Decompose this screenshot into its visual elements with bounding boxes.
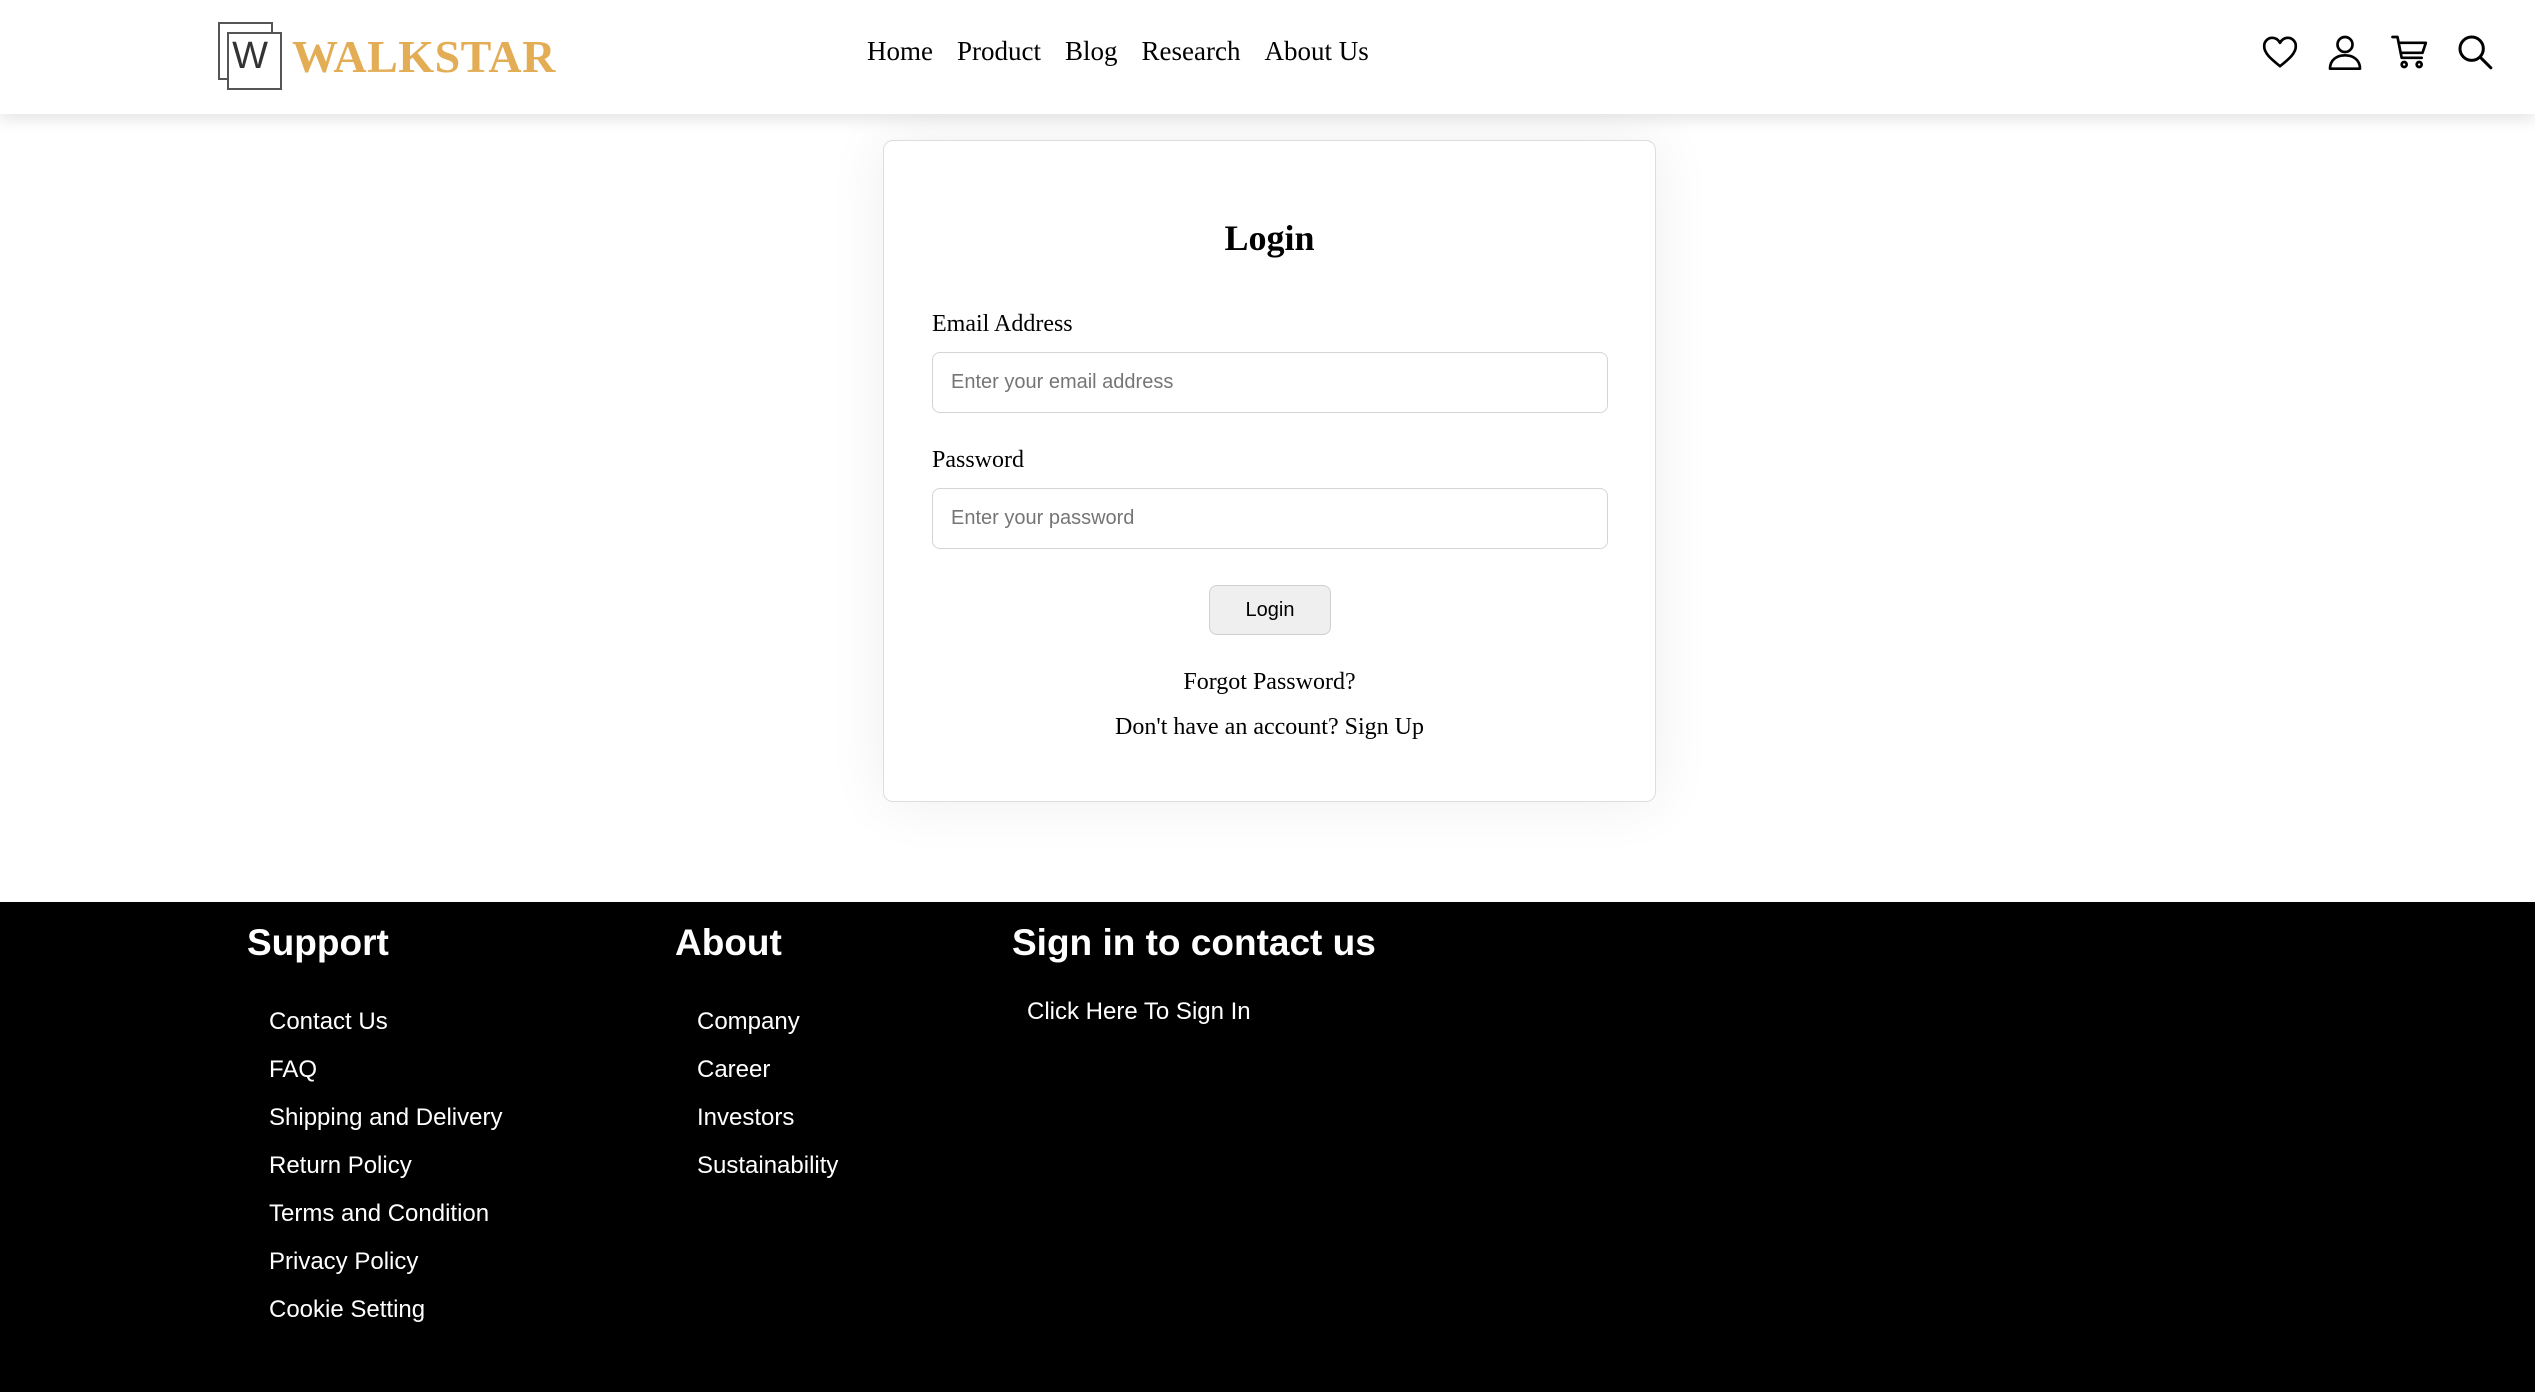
email-field[interactable] — [932, 352, 1608, 413]
footer-link-return-policy[interactable]: Return Policy — [269, 1152, 412, 1179]
cart-icon[interactable] — [2390, 30, 2430, 74]
signup-link[interactable]: Sign Up — [1345, 714, 1424, 740]
nav-blog[interactable]: Blog — [1065, 36, 1118, 67]
logo-text: WALKSTAR — [292, 30, 556, 82]
user-icon[interactable] — [2325, 30, 2365, 74]
nav-product[interactable]: Product — [957, 36, 1041, 67]
footer-link-company[interactable]: Company — [697, 1008, 800, 1035]
email-label: Email Address — [932, 311, 1073, 337]
footer-support-title: Support — [247, 922, 389, 963]
logo-letter: W — [232, 34, 268, 77]
footer-link-investors[interactable]: Investors — [697, 1104, 794, 1131]
footer-support-links: Contact Us FAQ Shipping and Delivery Ret… — [269, 1008, 502, 1344]
site-header: W WALKSTAR Home Product Blog Research Ab… — [0, 0, 2535, 114]
footer-link-shipping[interactable]: Shipping and Delivery — [269, 1104, 502, 1131]
logo-mark: W — [218, 22, 282, 90]
footer-link-contact-us[interactable]: Contact Us — [269, 1008, 388, 1035]
nav-home[interactable]: Home — [867, 36, 933, 67]
forgot-password-row: Forgot Password? — [884, 669, 1655, 696]
header-icons — [2260, 30, 2495, 74]
footer-contact-title: Sign in to contact us — [1012, 922, 1376, 963]
password-field[interactable] — [932, 488, 1608, 549]
footer-link-faq[interactable]: FAQ — [269, 1056, 317, 1083]
login-card: Login Email Address Password Login Forgo… — [883, 140, 1656, 802]
login-button[interactable]: Login — [1209, 585, 1331, 635]
logo[interactable]: W WALKSTAR — [218, 22, 556, 90]
search-icon[interactable] — [2455, 30, 2495, 74]
footer-about-title: About — [675, 922, 782, 963]
footer-link-career[interactable]: Career — [697, 1056, 770, 1083]
footer-about-links: Company Career Investors Sustainability — [697, 1008, 838, 1200]
nav-about-us[interactable]: About Us — [1264, 36, 1368, 67]
forgot-password-link[interactable]: Forgot Password? — [1183, 669, 1355, 695]
login-title: Login — [1224, 218, 1315, 258]
nav-research[interactable]: Research — [1142, 36, 1241, 67]
footer-link-cookie-setting[interactable]: Cookie Setting — [269, 1296, 425, 1323]
footer-link-terms[interactable]: Terms and Condition — [269, 1200, 489, 1227]
footer-link-sustainability[interactable]: Sustainability — [697, 1152, 838, 1179]
password-label: Password — [932, 447, 1025, 473]
signup-prompt: Don't have an account? — [1115, 714, 1339, 740]
signup-row: Don't have an account? Sign Up — [884, 714, 1655, 741]
footer-link-privacy-policy[interactable]: Privacy Policy — [269, 1248, 418, 1275]
main-nav: Home Product Blog Research About Us — [867, 36, 1369, 67]
site-footer: Support Contact Us FAQ Shipping and Deli… — [0, 902, 2535, 1392]
footer-sign-in-link[interactable]: Click Here To Sign In — [1027, 998, 1251, 1026]
heart-icon[interactable] — [2260, 30, 2300, 74]
